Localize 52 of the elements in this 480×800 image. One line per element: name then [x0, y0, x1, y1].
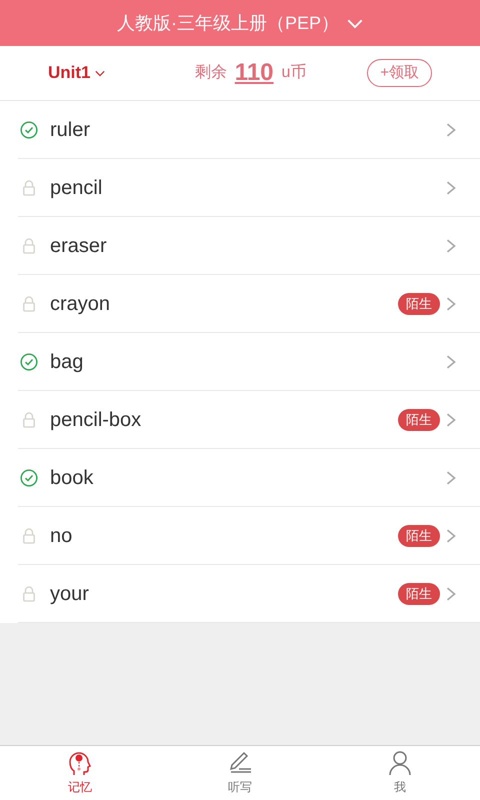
- word-label: pencil-box: [50, 408, 142, 433]
- unfamiliar-tag: 陌生: [398, 583, 440, 605]
- word-row[interactable]: ruler: [0, 101, 480, 159]
- nav-tab[interactable]: 听写: [160, 746, 320, 800]
- word-row[interactable]: your 陌生: [0, 565, 480, 623]
- person-icon: [388, 750, 412, 776]
- word-label: eraser: [50, 234, 108, 259]
- chevron-right-icon: [444, 528, 458, 544]
- chevron-right-icon: [444, 354, 458, 370]
- lock-icon: [20, 527, 38, 545]
- check-circle-icon: [20, 469, 38, 487]
- unfamiliar-tag: 陌生: [398, 525, 440, 547]
- chevron-right-icon: [444, 586, 458, 602]
- check-circle-icon: [20, 121, 38, 139]
- unit-selector[interactable]: Unit1: [48, 60, 158, 86]
- coin-balance: 110: [234, 61, 274, 85]
- lock-icon: [20, 237, 38, 255]
- lock-icon: [20, 411, 38, 429]
- balance-label: 剩余: [194, 63, 227, 83]
- lock-icon: [20, 295, 38, 313]
- lock-icon: [20, 179, 38, 197]
- word-label: bag: [50, 350, 84, 375]
- head-icon: [68, 750, 92, 776]
- nav-tab[interactable]: 记忆: [0, 746, 160, 800]
- word-row[interactable]: eraser: [0, 217, 480, 275]
- chevron-right-icon: [444, 122, 458, 138]
- word-label: crayon: [50, 292, 112, 317]
- unfamiliar-tag: 陌生: [398, 409, 440, 431]
- nav-tab[interactable]: 我: [320, 746, 480, 800]
- word-row[interactable]: crayon 陌生: [0, 275, 480, 333]
- chevron-right-icon: [444, 470, 458, 486]
- word-row[interactable]: book: [0, 449, 480, 507]
- chevron-down-icon: [94, 68, 104, 78]
- word-row[interactable]: pencil: [0, 159, 480, 217]
- word-label: ruler: [50, 118, 92, 143]
- lock-icon: [20, 585, 38, 603]
- chevron-right-icon: [444, 238, 458, 254]
- word-label: no: [50, 524, 74, 549]
- currency-label: u币: [282, 62, 306, 83]
- check-circle-icon: [20, 353, 38, 371]
- word-row[interactable]: bag: [0, 333, 480, 391]
- chevron-right-icon: [444, 296, 458, 312]
- textbook-title: 人教版·三年级上册（PEP）: [116, 12, 339, 34]
- word-label: your: [50, 582, 90, 607]
- chevron-right-icon: [444, 180, 458, 196]
- chevron-right-icon: [444, 412, 458, 428]
- pencil-icon: [227, 750, 253, 776]
- word-row[interactable]: pencil-box 陌生: [0, 391, 480, 449]
- word-label: book: [50, 466, 94, 491]
- word-label: pencil: [50, 176, 104, 201]
- word-row[interactable]: no 陌生: [0, 507, 480, 565]
- unfamiliar-tag: 陌生: [398, 293, 440, 315]
